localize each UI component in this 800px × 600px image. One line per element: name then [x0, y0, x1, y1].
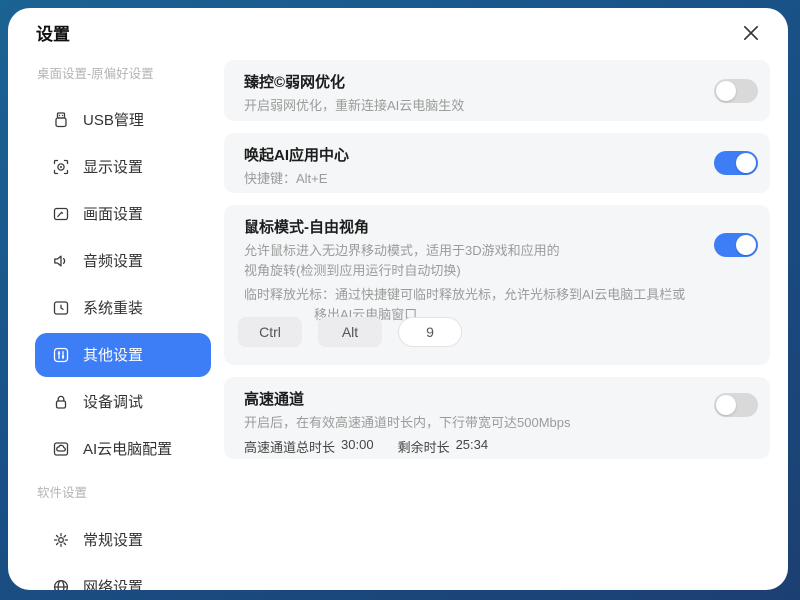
- card-description-line1: 允许鼠标进入无边界移动模式，适用于3D游戏和应用的: [244, 243, 560, 258]
- card-mouse-mode: 鼠标模式-自由视角 允许鼠标进入无边界移动模式，适用于3D游戏和应用的 视角旋转…: [224, 205, 770, 365]
- audio-icon: [52, 252, 70, 270]
- total-duration-label: 高速通道总时长: [244, 440, 336, 455]
- sidebar-item-usb[interactable]: USB管理: [35, 96, 211, 143]
- shortcut-keys: Ctrl Alt 9: [238, 317, 462, 347]
- card-title: 唤起AI应用中心: [244, 147, 350, 164]
- system-reinstall-icon: [52, 299, 70, 317]
- card-description: 开启后，在有效高速通道时长内，下行带宽可达500Mbps: [244, 415, 571, 430]
- key-alt[interactable]: Alt: [318, 317, 382, 347]
- channel-duration-stats: 高速通道总时长 30:00 剩余时长 25:34: [244, 437, 488, 456]
- card-title: 臻控©弱网优化: [244, 74, 346, 91]
- sidebar-item-display[interactable]: 显示设置: [35, 143, 211, 190]
- sidebar-item-general[interactable]: 常规设置: [35, 516, 211, 563]
- settings-dialog: 设置 桌面设置-原偏好设置 USB管理 显示设置 画面设置 音频设置 系统重装 …: [8, 8, 788, 590]
- weak-network-toggle[interactable]: [714, 78, 758, 103]
- sidebar-item-picture[interactable]: 画面设置: [35, 190, 211, 237]
- card-title: 高速通道: [244, 391, 305, 408]
- close-button[interactable]: [740, 22, 762, 44]
- sidebar-item-label: 音频设置: [83, 253, 144, 270]
- toggle-knob: [716, 80, 736, 101]
- sidebar-item-label: 系统重装: [83, 300, 144, 317]
- device-debug-icon: [52, 393, 70, 411]
- remaining-duration-value: 25:34: [455, 437, 489, 452]
- toggle-knob: [736, 235, 756, 255]
- sidebar-item-label: USB管理: [83, 112, 144, 129]
- key-custom-input[interactable]: 9: [398, 317, 462, 347]
- sidebar-section-desktop: 桌面设置-原偏好设置: [37, 66, 154, 81]
- sidebar-item-label: 画面设置: [83, 206, 144, 223]
- dialog-title: 设置: [36, 25, 70, 44]
- cursor-release-hint-line1: 临时释放光标：通过快捷键可临时释放光标，允许光标移到AI云电脑工具栏或: [244, 287, 686, 302]
- card-title: 鼠标模式-自由视角: [244, 219, 369, 236]
- usb-icon: [52, 111, 70, 129]
- sidebar-item-label: AI云电脑配置: [83, 441, 173, 458]
- sidebar-item-other-settings[interactable]: 其他设置: [35, 332, 211, 377]
- total-duration-value: 30:00: [341, 437, 374, 452]
- display-icon: [52, 158, 70, 176]
- card-description-line2: 视角旋转(检测到应用运行时自动切换): [244, 263, 461, 278]
- card-ai-app-center: 唤起AI应用中心 快捷键：Alt+E: [224, 133, 770, 193]
- sidebar-item-device-debug[interactable]: 设备调试: [35, 378, 211, 425]
- ai-app-center-toggle[interactable]: [714, 151, 758, 175]
- sliders-icon: [52, 346, 70, 364]
- gear-icon: [52, 531, 70, 549]
- card-description: 快捷键：Alt+E: [244, 171, 328, 186]
- sidebar-item-network[interactable]: 网络设置: [35, 563, 211, 590]
- sidebar-section-software: 软件设置: [37, 485, 88, 500]
- sidebar-item-ai-cloud-pc[interactable]: AI云电脑配置: [35, 425, 211, 472]
- sidebar-item-label: 其他设置: [83, 347, 144, 364]
- toggle-knob: [736, 153, 756, 173]
- card-description: 开启弱网优化，重新连接AI云电脑生效: [244, 98, 465, 113]
- sidebar-item-label: 常规设置: [83, 532, 144, 549]
- sidebar-item-audio[interactable]: 音频设置: [35, 237, 211, 284]
- remaining-duration-label: 剩余时长: [397, 440, 450, 455]
- network-icon: [52, 578, 70, 590]
- toggle-knob: [716, 395, 736, 415]
- mouse-mode-toggle[interactable]: [714, 233, 758, 257]
- card-high-speed-channel: 高速通道 开启后，在有效高速通道时长内，下行带宽可达500Mbps 高速通道总时…: [224, 377, 770, 459]
- close-icon: [742, 24, 760, 42]
- sidebar-item-label: 网络设置: [83, 579, 144, 590]
- card-weak-network: 臻控©弱网优化 开启弱网优化，重新连接AI云电脑生效: [224, 60, 770, 121]
- sidebar: 桌面设置-原偏好设置 USB管理 显示设置 画面设置 音频设置 系统重装 其他设…: [35, 54, 211, 590]
- sidebar-item-label: 显示设置: [83, 159, 144, 176]
- sidebar-item-label: 设备调试: [83, 394, 144, 411]
- cloud-pc-icon: [52, 440, 70, 458]
- high-speed-channel-toggle[interactable]: [714, 393, 758, 417]
- sidebar-item-system-reinstall[interactable]: 系统重装: [35, 284, 211, 331]
- picture-icon: [52, 205, 70, 223]
- key-ctrl[interactable]: Ctrl: [238, 317, 302, 347]
